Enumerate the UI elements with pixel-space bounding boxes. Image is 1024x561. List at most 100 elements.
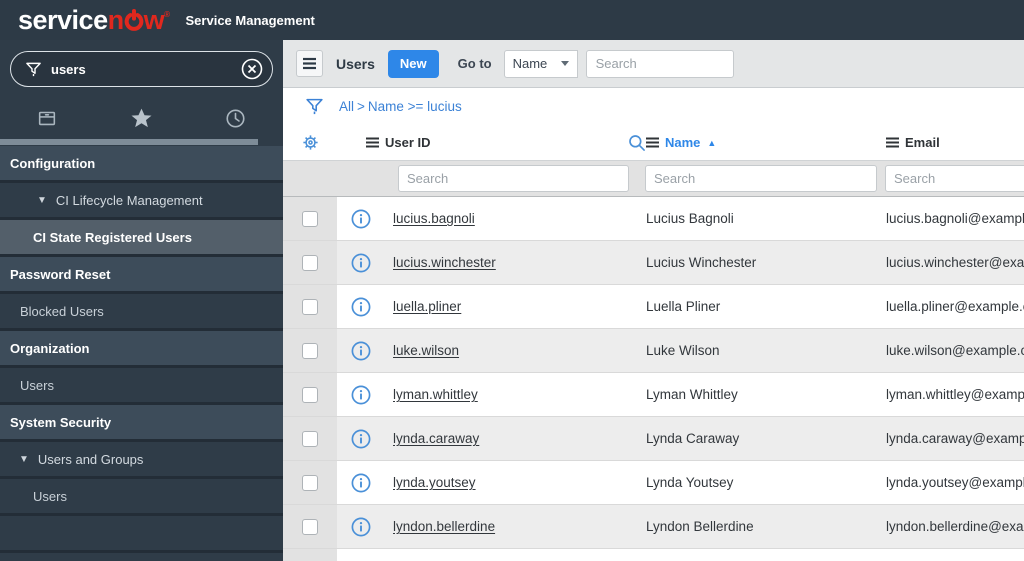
list-search-icon[interactable]	[627, 133, 647, 158]
tab-favorites[interactable]	[94, 98, 188, 138]
row-select-cell	[283, 241, 337, 284]
column-menu-icon[interactable]	[646, 137, 659, 148]
sidebar-item-partial	[0, 516, 283, 553]
expanded-triangle-icon: ▼	[37, 194, 47, 206]
row-checkbox[interactable]	[302, 474, 318, 491]
user-id-link[interactable]: lyndon.bellerdine	[393, 519, 495, 534]
row-select-cell	[283, 417, 337, 460]
info-icon[interactable]	[351, 517, 371, 537]
sidebar-item-system-security[interactable]: System Security	[0, 405, 283, 442]
list-rows: lucius.bagnoli Lucius Bagnoli lucius.bag…	[283, 197, 1024, 561]
user-email-cell: lucius.bagnoli@example.com	[886, 211, 1024, 226]
navigator-filter-input[interactable]: users	[10, 51, 273, 87]
sidebar-item-users-and-groups[interactable]: ▼ Users and Groups	[0, 442, 283, 479]
row-checkbox[interactable]	[302, 386, 318, 403]
info-icon[interactable]	[351, 297, 371, 317]
tab-all-applications[interactable]	[0, 98, 94, 138]
row-checkbox[interactable]	[302, 430, 318, 447]
hamburger-icon	[303, 57, 316, 70]
user-name-cell: Lyman Whittley	[646, 387, 738, 402]
navigator-scrollbar[interactable]	[0, 138, 283, 146]
user-id-link[interactable]: luke.wilson	[393, 343, 459, 358]
personalize-list-gear-icon[interactable]	[301, 133, 320, 152]
list-context-menu-button[interactable]	[296, 50, 323, 77]
table-row: lucius.winchester Lucius Winchester luci…	[283, 241, 1024, 285]
column-search-email[interactable]	[885, 165, 1024, 192]
history-clock-icon	[226, 108, 245, 128]
sidebar-item-organization[interactable]: Organization	[0, 331, 283, 368]
logo-service-text: service	[18, 4, 108, 35]
servicenow-logo[interactable]: service n w ®	[18, 4, 170, 35]
application-navigator: users Configuration ▼ CI Lifecycle Managem…	[0, 40, 283, 561]
row-select-cell	[283, 373, 337, 416]
info-icon[interactable]	[351, 209, 371, 229]
sidebar-item-users[interactable]: Users	[0, 368, 283, 405]
column-header-user-id[interactable]: User ID	[337, 135, 638, 150]
sidebar-item-ci-state-registered-users[interactable]: CI State Registered Users	[0, 220, 283, 257]
row-info-cell	[337, 517, 385, 537]
user-email-cell: lyndon.bellerdine@example.com	[886, 519, 1024, 534]
column-menu-icon[interactable]	[366, 137, 379, 148]
column-search-name[interactable]	[645, 165, 877, 192]
row-select-cell	[283, 197, 337, 240]
user-name-cell: Lucius Bagnoli	[646, 211, 734, 226]
goto-field-select[interactable]: Name	[503, 49, 578, 78]
column-header-name[interactable]: Name ▲	[638, 135, 878, 150]
row-select-cell	[283, 461, 337, 504]
tab-history[interactable]	[189, 98, 283, 138]
column-menu-icon[interactable]	[886, 137, 899, 148]
sidebar-item-configuration[interactable]: Configuration	[0, 146, 283, 183]
breadcrumb-separator: >	[357, 99, 365, 114]
clear-filter-icon[interactable]	[240, 57, 264, 81]
logo-trademark: ®	[164, 9, 170, 19]
user-name-cell: Lucius Winchester	[646, 255, 757, 270]
table-row-partial	[283, 549, 1024, 561]
goto-label: Go to	[457, 56, 492, 71]
table-row: lynda.youtsey Lynda Youtsey lynda.youtse…	[283, 461, 1024, 505]
row-checkbox[interactable]	[302, 342, 318, 359]
info-icon[interactable]	[351, 473, 371, 493]
row-checkbox[interactable]	[302, 518, 318, 535]
breadcrumb-all-link[interactable]: All	[339, 99, 354, 114]
chevron-down-icon	[560, 61, 569, 66]
user-email-cell: lucius.winchester@example.com	[886, 255, 1024, 270]
info-icon[interactable]	[351, 341, 371, 361]
user-id-link[interactable]: lynda.youtsey	[393, 475, 476, 490]
user-id-link[interactable]: lynda.caraway	[393, 431, 479, 446]
info-icon[interactable]	[351, 429, 371, 449]
info-icon[interactable]	[351, 385, 371, 405]
info-icon[interactable]	[351, 253, 371, 273]
breadcrumb-query-link[interactable]: Name >= lucius	[368, 99, 462, 114]
new-button[interactable]: New	[387, 49, 439, 78]
breadcrumb: All > Name >= lucius	[283, 88, 1024, 125]
navigator-search-row: users	[0, 40, 283, 98]
sidebar-item-users[interactable]: Users	[0, 479, 283, 516]
breadcrumb-funnel-icon[interactable]	[305, 97, 324, 116]
user-id-link[interactable]: lucius.bagnoli	[393, 211, 475, 226]
banner: service n w ® Service Management	[0, 0, 1024, 40]
table-row: lynda.caraway Lynda Caraway lynda.carawa…	[283, 417, 1024, 461]
goto-search-input[interactable]	[585, 49, 734, 78]
sidebar-item-password-reset[interactable]: Password Reset	[0, 257, 283, 294]
row-info-cell	[337, 429, 385, 449]
all-applications-box-icon	[39, 111, 56, 126]
navigator-menu: Configuration ▼ CI Lifecycle Management CI …	[0, 146, 283, 561]
column-header-email[interactable]: Email	[878, 135, 1024, 150]
user-id-link[interactable]: luella.pliner	[393, 299, 461, 314]
row-checkbox[interactable]	[302, 298, 318, 315]
user-id-link[interactable]: lyman.whittley	[393, 387, 478, 402]
user-id-link[interactable]: lucius.winchester	[393, 255, 496, 270]
product-name: Service Management	[185, 12, 315, 28]
page-title: Users	[336, 55, 375, 72]
column-search-user-id[interactable]	[398, 165, 629, 192]
sidebar-item-blocked-users[interactable]: Blocked Users	[0, 294, 283, 331]
row-checkbox[interactable]	[302, 210, 318, 227]
row-info-cell	[337, 385, 385, 405]
row-select-cell	[283, 505, 337, 548]
user-name-cell: Luke Wilson	[646, 343, 720, 358]
sidebar-item-ci-lifecycle-management[interactable]: ▼ CI Lifecycle Management	[0, 183, 283, 220]
row-checkbox[interactable]	[302, 254, 318, 271]
table-row: luella.pliner Luella Pliner luella.pline…	[283, 285, 1024, 329]
user-name-cell: Luella Pliner	[646, 299, 721, 314]
goto-field-value: Name	[512, 56, 548, 71]
